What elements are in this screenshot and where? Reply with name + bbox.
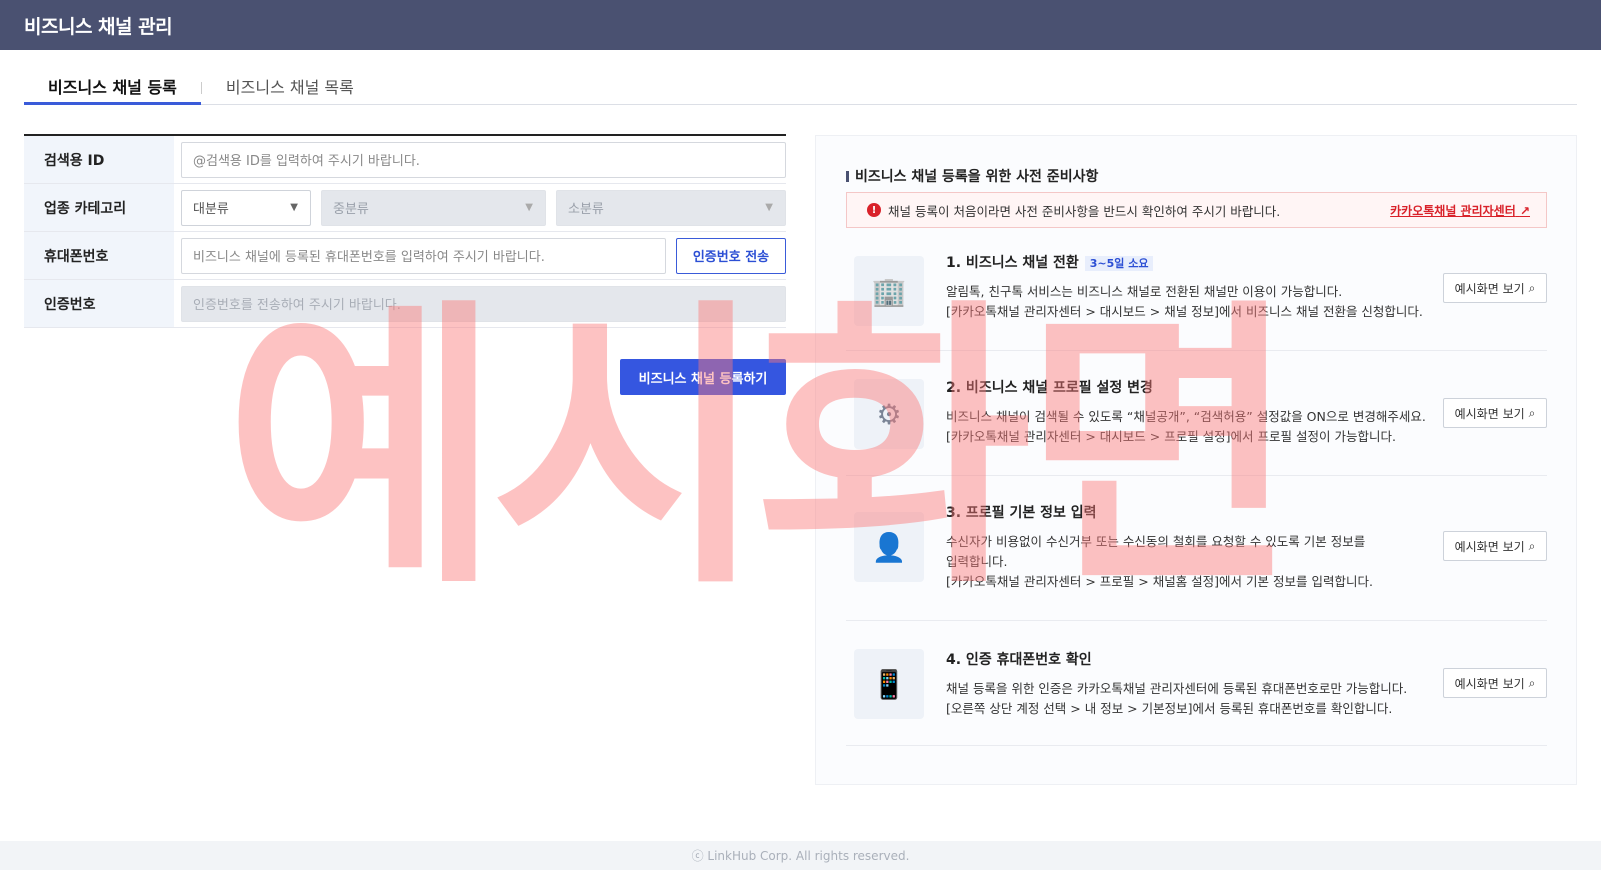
registration-form: 검색용 ID @검색용 ID를 입력하여 주시기 바랍니다. 업종 카테고리 대…: [24, 134, 786, 328]
send-auth-code-button[interactable]: 인증번호 전송: [676, 237, 786, 274]
notice-text: 채널 등록이 처음이라면 사전 준비사항을 반드시 확인하여 주시기 바랍니다.: [888, 203, 1281, 219]
step-3-desc-1: 수신자가 비용없이 수신거부 또는 수신동의 철회를 요청할 수 있도록 기본 …: [946, 534, 1366, 569]
step-1-desc-1: 알림톡, 친구톡 서비스는 비즈니스 채널로 전환된 채널만 이용이 가능합니다…: [946, 284, 1343, 299]
step-4-desc-1: 채널 등록을 위한 인증은 카카오톡채널 관리자센터에 등록된 휴대폰번호로만 …: [946, 681, 1408, 696]
category-small-select[interactable]: 소분류 ▼: [556, 189, 786, 226]
step-4-desc-2: [오른쪽 상단 계정 선택 > 내 정보 > 기본정보]에서 등록된 휴대폰번호…: [946, 701, 1393, 716]
warning-icon: !: [867, 203, 881, 217]
chevron-down-icon: ▼: [290, 202, 298, 213]
step-4-example-button[interactable]: 예시화면 보기 ⌕: [1443, 668, 1547, 698]
category-label: 업종 카테고리: [24, 184, 174, 231]
page-title: 비즈니스 채널 관리: [24, 15, 173, 38]
tab-channel-register[interactable]: 비즈니스 채널 등록: [24, 70, 201, 105]
step-1-title: 1. 비즈니스 채널 전환 3~5일 소요: [946, 252, 1426, 272]
title-bar-icon: [846, 170, 849, 182]
step-3: 👤 3. 프로필 기본 정보 입력 수신자가 비용없이 수신거부 또는 수신동의…: [846, 476, 1547, 621]
building-icon: 🏢: [854, 256, 924, 326]
search-icon: ⌕: [1528, 538, 1536, 553]
admin-center-link[interactable]: 카카오톡채널 관리자센터 ↗: [1390, 202, 1530, 219]
guide-panel: 비즈니스 채널 등록을 위한 사전 준비사항 ! 채널 등록이 처음이라면 사전…: [815, 135, 1577, 785]
category-large-select[interactable]: 대분류 ▼: [181, 189, 311, 226]
search-id-input[interactable]: @검색용 ID를 입력하여 주시기 바랍니다.: [181, 141, 786, 178]
gear-icon: ⚙: [854, 379, 924, 449]
chevron-down-icon: ▼: [765, 202, 773, 213]
guide-title-text: 비즈니스 채널 등록을 위한 사전 준비사항: [855, 169, 1099, 185]
step-1-desc-2: [카카오톡채널 관리자센터 > 대시보드 > 채널 정보]에서 비즈니스 채널 …: [946, 304, 1423, 319]
chevron-down-icon: ▼: [525, 202, 533, 213]
category-small-value: 소분류: [568, 202, 604, 217]
form-row-search-id: 검색용 ID @검색용 ID를 입력하여 주시기 바랍니다.: [24, 136, 786, 184]
step-2: ⚙ 2. 비즈니스 채널 프로필 설정 변경 비즈니스 채널이 검색될 수 있도…: [846, 351, 1547, 476]
step-3-desc-2: [카카오톡채널 관리자센터 > 프로필 > 채널홈 설정]에서 기본 정보를 입…: [946, 574, 1373, 589]
duration-badge: 3~5일 소요: [1084, 256, 1154, 271]
step-3-example-button[interactable]: 예시화면 보기 ⌕: [1443, 531, 1547, 561]
form-row-auth: 인증번호 인증번호를 전송하여 주시기 바랍니다.: [24, 280, 786, 328]
search-icon: ⌕: [1528, 280, 1536, 295]
phone-label: 휴대폰번호: [24, 232, 174, 279]
phone-input[interactable]: 비즈니스 채널에 등록된 휴대폰번호를 입력하여 주시기 바랍니다.: [181, 237, 666, 274]
register-channel-button[interactable]: 비즈니스 채널 등록하기: [620, 359, 786, 395]
search-icon: ⌕: [1528, 405, 1536, 420]
step-3-title: 3. 프로필 기본 정보 입력: [946, 505, 1097, 521]
step-2-desc-2: [카카오톡채널 관리자센터 > 대시보드 > 프로필 설정]에서 프로필 설정이…: [946, 429, 1396, 444]
search-icon: ⌕: [1528, 675, 1536, 690]
mobile-phone-icon: 📱: [854, 649, 924, 719]
tab-channel-list[interactable]: 비즈니스 채널 목록: [202, 70, 378, 105]
app-header: 비즈니스 채널 관리: [0, 0, 1601, 50]
step-2-desc-1: 비즈니스 채널이 검색될 수 있도록 “채널공개”, “검색허용” 설정값을 O…: [946, 409, 1426, 424]
footer: ⓒ LinkHub Corp. All rights reserved.: [0, 841, 1601, 870]
step-1: 🏢 1. 비즈니스 채널 전환 3~5일 소요 알림톡, 친구톡 서비스는 비즈니…: [846, 246, 1547, 351]
category-large-value: 대분류: [193, 202, 229, 217]
step-2-title: 2. 비즈니스 채널 프로필 설정 변경: [946, 380, 1153, 396]
auth-label: 인증번호: [24, 280, 174, 327]
external-link-icon: ↗: [1519, 203, 1530, 218]
person-icon: 👤: [854, 512, 924, 582]
category-medium-value: 중분류: [333, 202, 369, 217]
category-medium-select[interactable]: 중분류 ▼: [321, 189, 546, 226]
step-4-title: 4. 인증 휴대폰번호 확인: [946, 652, 1092, 668]
search-id-label: 검색용 ID: [24, 136, 174, 183]
notice-box: ! 채널 등록이 처음이라면 사전 준비사항을 반드시 확인하여 주시기 바랍니…: [846, 192, 1547, 228]
step-4: 📱 4. 인증 휴대폰번호 확인 채널 등록을 위한 인증은 카카오톡채널 관리…: [846, 621, 1547, 746]
auth-code-input[interactable]: 인증번호를 전송하여 주시기 바랍니다.: [181, 285, 786, 322]
tab-bar: 비즈니스 채널 등록 비즈니스 채널 목록: [24, 70, 1577, 105]
step-1-example-button[interactable]: 예시화면 보기 ⌕: [1443, 273, 1547, 303]
form-row-phone: 휴대폰번호 비즈니스 채널에 등록된 휴대폰번호를 입력하여 주시기 바랍니다.…: [24, 232, 786, 280]
guide-title: 비즈니스 채널 등록을 위한 사전 준비사항: [846, 166, 1098, 186]
form-row-category: 업종 카테고리 대분류 ▼ 중분류 ▼ 소분류 ▼: [24, 184, 786, 232]
step-2-example-button[interactable]: 예시화면 보기 ⌕: [1443, 398, 1547, 428]
